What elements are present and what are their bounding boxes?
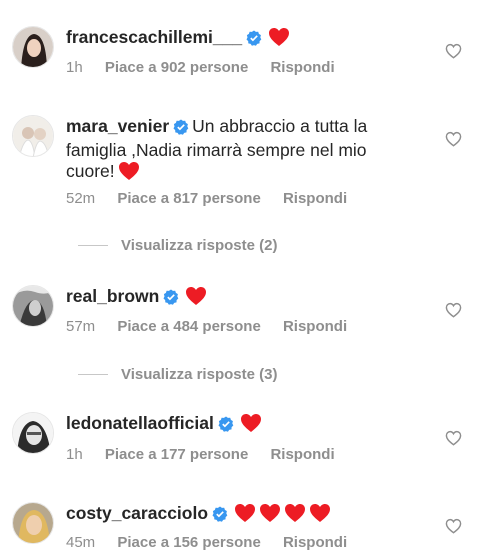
timestamp: 45m <box>66 534 96 551</box>
avatar[interactable] <box>12 412 54 454</box>
verified-badge-icon <box>246 30 262 51</box>
comment-meta: 1h Piace a 902 persone Rispondi <box>66 59 353 76</box>
view-replies-button[interactable]: Visualizza risposte (2) <box>78 237 277 254</box>
username[interactable]: costy_caracciolo <box>66 503 208 523</box>
verified-badge-icon <box>163 289 179 310</box>
avatar[interactable] <box>12 285 54 327</box>
view-replies-label[interactable]: Visualizza risposte (3) <box>121 366 277 383</box>
avatar[interactable] <box>12 115 54 157</box>
like-heart-icon[interactable] <box>445 43 462 59</box>
username[interactable]: real_brown <box>66 286 159 306</box>
comment-meta: 57m Piace a 484 persone Rispondi <box>66 318 365 335</box>
comment-meta: 52m Piace a 817 persone Rispondi <box>66 190 365 207</box>
like-heart-icon[interactable] <box>445 302 462 318</box>
like-heart-icon[interactable] <box>445 430 462 446</box>
timestamp: 1h <box>66 446 83 463</box>
timestamp: 52m <box>66 190 96 207</box>
red-heart-emoji-icon <box>284 503 306 528</box>
view-replies-button[interactable]: Visualizza risposte (3) <box>78 366 277 383</box>
likes-count[interactable]: Piace a 817 persone <box>117 190 260 207</box>
view-replies-label[interactable]: Visualizza risposte (2) <box>121 237 277 254</box>
comment-body: costy_caracciolo <box>66 503 406 528</box>
verified-badge-icon <box>173 119 189 140</box>
reply-button[interactable]: Rispondi <box>270 59 334 76</box>
verified-badge-icon <box>218 416 234 437</box>
verified-badge-icon <box>212 506 228 527</box>
comment-meta: 1h Piace a 177 persone Rispondi <box>66 446 353 463</box>
likes-count[interactable]: Piace a 902 persone <box>105 59 248 76</box>
reply-button[interactable]: Rispondi <box>283 190 347 207</box>
timestamp: 1h <box>66 59 83 76</box>
comment-body: ledonatellaofficial <box>66 413 406 438</box>
divider-line <box>78 374 108 375</box>
red-heart-emoji-icon <box>309 503 331 528</box>
avatar[interactable] <box>12 26 54 68</box>
comment-body: mara_venier Un abbraccio a tutta la famig… <box>66 116 401 186</box>
comment-meta: 45m Piace a 156 persone Rispondi <box>66 534 365 551</box>
likes-count[interactable]: Piace a 177 persone <box>105 446 248 463</box>
red-heart-emoji-icon <box>234 503 256 528</box>
likes-count[interactable]: Piace a 156 persone <box>117 534 260 551</box>
like-heart-icon[interactable] <box>445 518 462 534</box>
avatar[interactable] <box>12 502 54 544</box>
reply-button[interactable]: Rispondi <box>270 446 334 463</box>
red-heart-emoji-icon <box>259 503 281 528</box>
comment-body: real_brown <box>66 286 406 311</box>
timestamp: 57m <box>66 318 96 335</box>
red-heart-emoji-icon <box>118 161 140 186</box>
reply-button[interactable]: Rispondi <box>283 318 347 335</box>
username[interactable]: ledonatellaofficial <box>66 413 214 433</box>
red-heart-emoji-icon <box>240 413 262 438</box>
likes-count[interactable]: Piace a 484 persone <box>117 318 260 335</box>
username[interactable]: francescachillemi___ <box>66 27 242 47</box>
like-heart-icon[interactable] <box>445 131 462 147</box>
username[interactable]: mara_venier <box>66 116 169 136</box>
divider-line <box>78 245 108 246</box>
red-heart-emoji-icon <box>185 286 207 311</box>
comment-body: francescachillemi___ <box>66 27 406 52</box>
reply-button[interactable]: Rispondi <box>283 534 347 551</box>
red-heart-emoji-icon <box>268 27 290 52</box>
